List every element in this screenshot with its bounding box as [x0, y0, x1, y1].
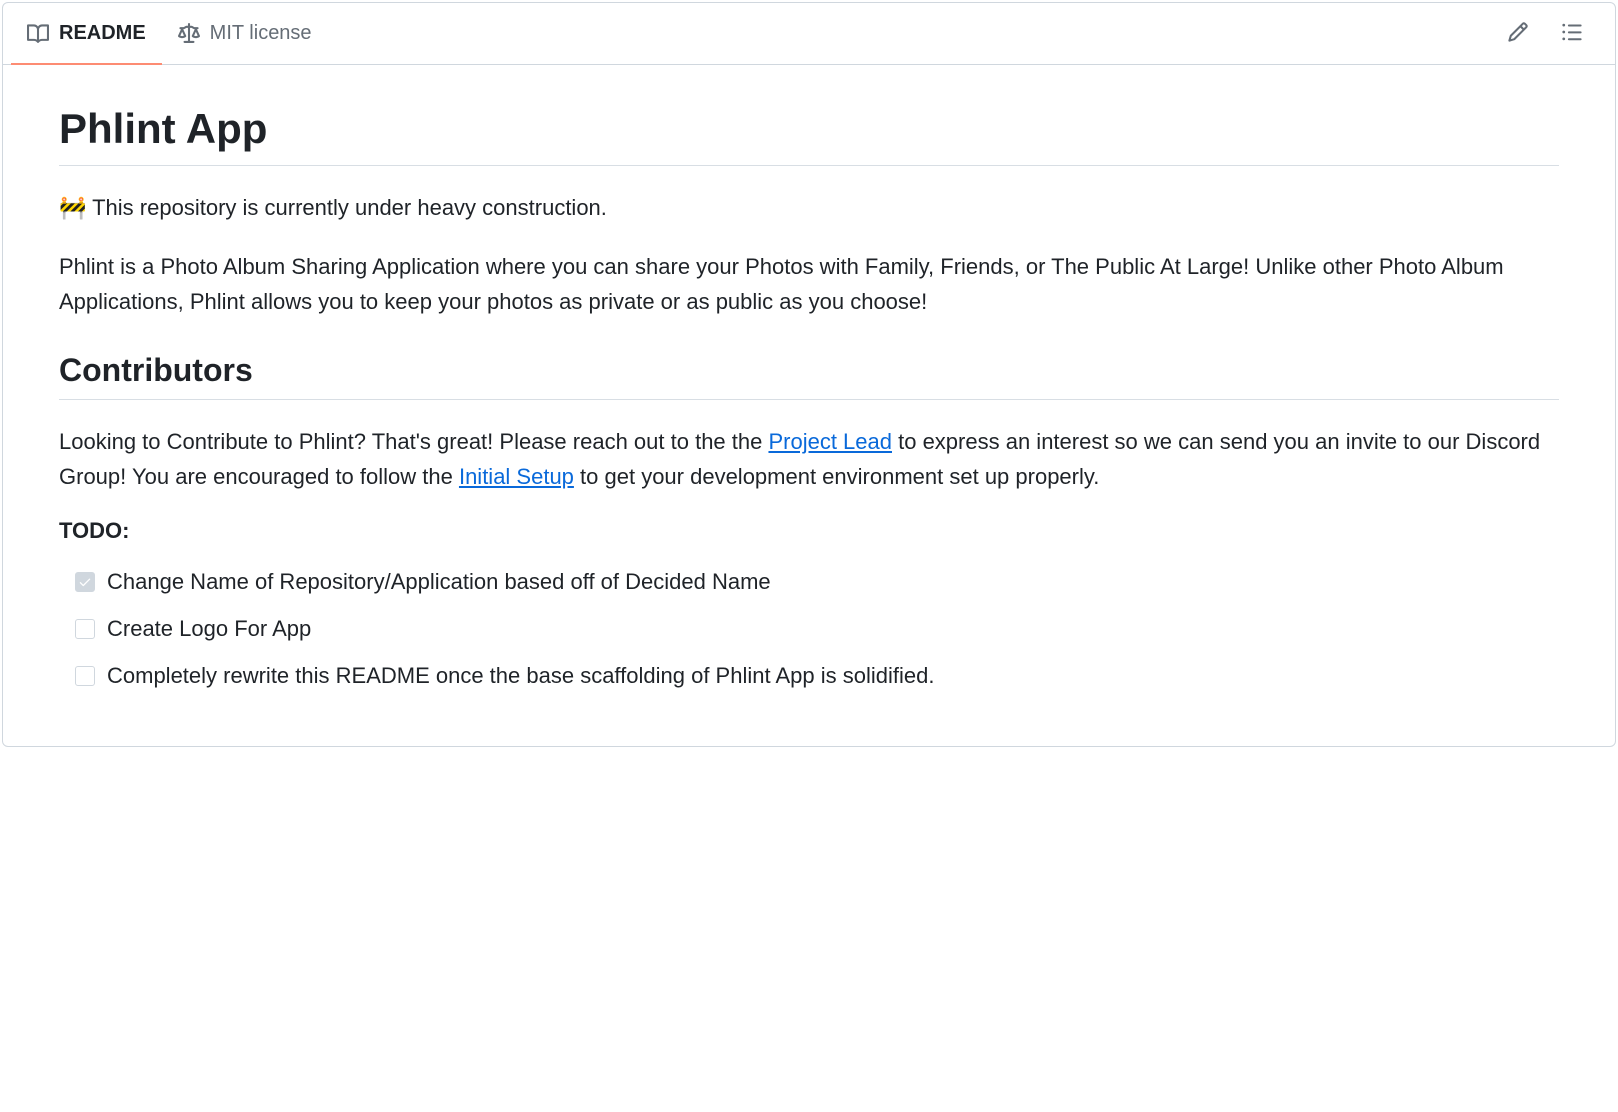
- task-item: Completely rewrite this README once the …: [75, 658, 1559, 693]
- app-description: Phlint is a Photo Album Sharing Applicat…: [59, 249, 1559, 319]
- list-unordered-icon: [1561, 21, 1583, 46]
- construction-emoji: 🚧: [59, 195, 86, 220]
- edit-button[interactable]: [1499, 13, 1537, 54]
- tab-license[interactable]: MIT license: [162, 3, 328, 64]
- contributors-paragraph: Looking to Contribute to Phlint? That's …: [59, 424, 1559, 494]
- readme-content: Phlint App 🚧 This repository is currentl…: [3, 65, 1615, 746]
- task-item: Change Name of Repository/Application ba…: [75, 564, 1559, 599]
- checkbox-unchecked-icon: [75, 619, 95, 639]
- task-item: Create Logo For App: [75, 611, 1559, 646]
- outline-button[interactable]: [1553, 13, 1591, 54]
- tab-actions: [1499, 13, 1607, 54]
- initial-setup-link[interactable]: Initial Setup: [459, 464, 574, 489]
- pencil-icon: [1507, 21, 1529, 46]
- readme-title: Phlint App: [59, 105, 1559, 166]
- tab-bar: README MIT license: [3, 3, 1615, 65]
- construction-text: This repository is currently under heavy…: [86, 195, 607, 220]
- task-list: Change Name of Repository/Application ba…: [59, 564, 1559, 694]
- checkbox-checked-icon: [75, 572, 95, 592]
- todo-heading: TODO:: [59, 518, 1559, 544]
- book-icon: [27, 23, 49, 45]
- law-icon: [178, 23, 200, 45]
- tab-license-label: MIT license: [210, 22, 312, 45]
- task-label: Change Name of Repository/Application ba…: [107, 564, 771, 599]
- checkbox-unchecked-icon: [75, 666, 95, 686]
- task-label: Create Logo For App: [107, 611, 311, 646]
- tab-readme[interactable]: README: [11, 3, 162, 64]
- task-label: Completely rewrite this README once the …: [107, 658, 934, 693]
- tab-readme-label: README: [59, 22, 146, 45]
- project-lead-link[interactable]: Project Lead: [768, 429, 892, 454]
- construction-notice: 🚧 This repository is currently under hea…: [59, 190, 1559, 225]
- contributors-heading: Contributors: [59, 352, 1559, 400]
- contributors-text-part3: to get your development environment set …: [574, 464, 1099, 489]
- contributors-text-part1: Looking to Contribute to Phlint? That's …: [59, 429, 768, 454]
- readme-panel: README MIT license: [2, 2, 1616, 747]
